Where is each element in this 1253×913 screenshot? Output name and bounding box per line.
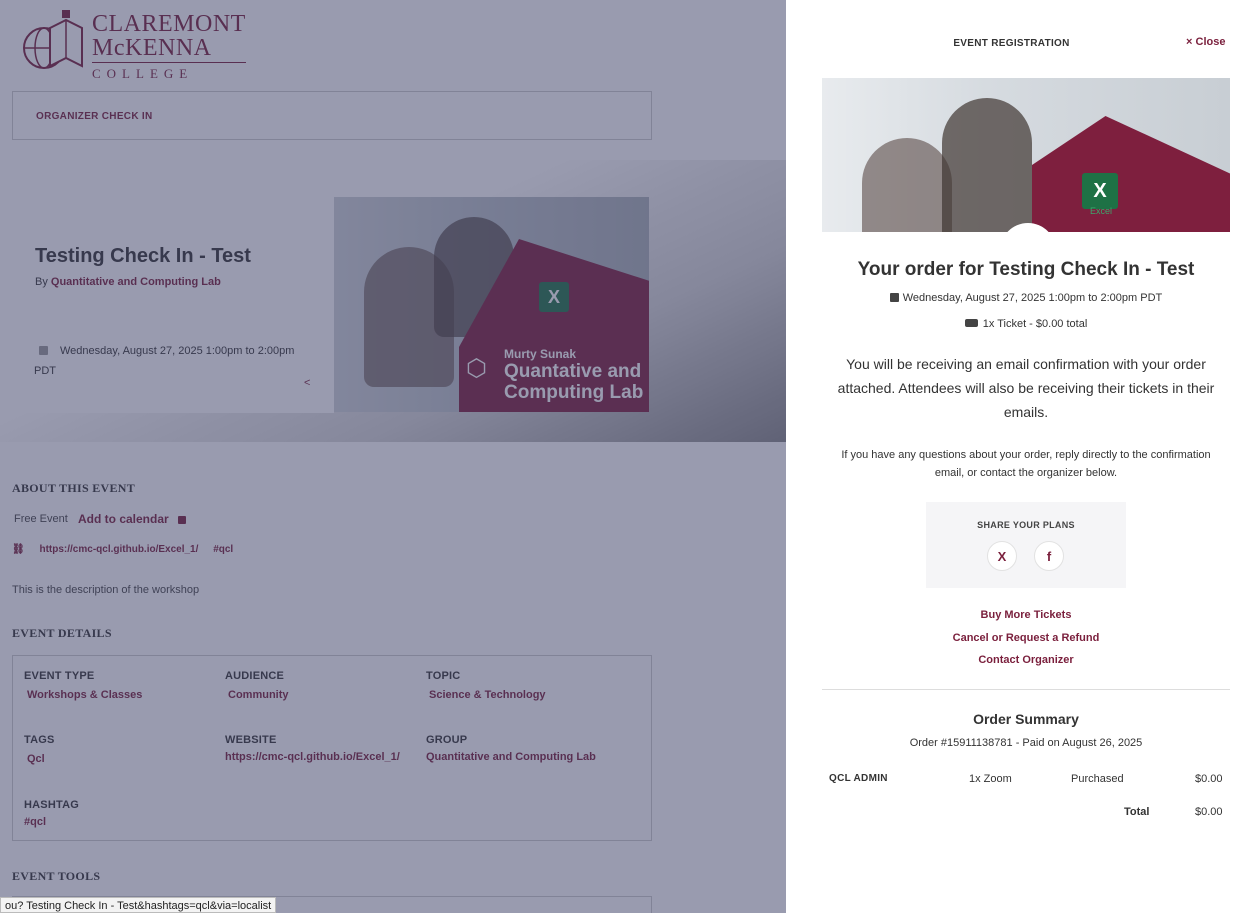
order-summary-title: Order Summary: [973, 711, 1079, 727]
event-hashtag-link[interactable]: #qcl: [213, 544, 233, 555]
detail-value-link[interactable]: #qcl: [24, 816, 79, 828]
share-facebook-button[interactable]: f: [1034, 541, 1064, 571]
close-button[interactable]: × Close: [1186, 36, 1225, 48]
contact-organizer-link[interactable]: Contact Organizer: [822, 654, 1230, 666]
excel-icon: X: [539, 282, 569, 312]
event-url-link[interactable]: https://cmc-qcl.github.io/Excel_1/: [39, 544, 198, 555]
detail-label: TAGS: [24, 734, 55, 746]
event-description: This is the description of the workshop: [12, 584, 200, 596]
x-icon: X: [997, 549, 1007, 564]
order-number-line: Order #15911138781 - Paid on August 26, …: [909, 737, 1143, 749]
banner-title-line-1: Quantative and: [504, 361, 642, 382]
photo-person-2: [942, 98, 1032, 232]
organizer-check-in-link[interactable]: ORGANIZER CHECK IN: [36, 111, 153, 122]
banner-title-line-2: Computing Lab: [504, 382, 644, 403]
detail-label: TOPIC: [426, 670, 461, 682]
registration-drawer: EVENT REGISTRATION × Close X Excel Your …: [786, 0, 1253, 913]
share-plans-title: SHARE YOUR PLANS: [977, 520, 1075, 530]
calendar-icon: [178, 516, 187, 524]
total-value: $0.00: [1195, 806, 1223, 818]
order-ticket-summary: 1x Ticket - $0.00 total: [822, 318, 1230, 330]
questions-message: If you have any questions about your ord…: [841, 449, 1211, 479]
excel-icon: X: [1082, 173, 1118, 209]
attendee-name: QCL ADMIN: [829, 773, 888, 784]
cubes-icon: ⬡: [466, 355, 487, 382]
detail-audience: AUDIENCE Community: [225, 670, 289, 701]
by-prefix: By: [35, 276, 48, 288]
detail-event-type: EVENT TYPE Workshops & Classes: [24, 670, 142, 701]
divider: [822, 689, 1230, 690]
banner-subtitle: Murty Sunak: [504, 347, 577, 361]
about-heading: ABOUT THIS EVENT: [12, 481, 136, 495]
facebook-icon: f: [1046, 549, 1052, 564]
detail-value-link[interactable]: Qcl: [24, 753, 55, 765]
excel-label: Excel: [1090, 206, 1113, 216]
detail-website: WEBSITE https://cmc-qcl.github.io/Excel_…: [225, 734, 400, 763]
detail-value-link[interactable]: https://cmc-qcl.github.io/Excel_1/: [225, 751, 400, 763]
free-event-label: Free Event: [14, 513, 68, 525]
share-icon[interactable]: <: [304, 377, 310, 389]
order-date-text: Wednesday, August 27, 2025 1:00pm to 2:0…: [902, 292, 1163, 304]
ticket-status: Purchased: [1071, 773, 1124, 785]
detail-label: AUDIENCE: [225, 670, 285, 682]
event-title: Testing Check In - Test: [35, 245, 251, 267]
share-x-button[interactable]: X: [987, 541, 1017, 571]
detail-group: GROUP Quantitative and Computing Lab: [426, 734, 596, 763]
ticket-icon: [964, 319, 978, 327]
logo-emblem-icon: [23, 10, 83, 69]
event-organizer-line: By Quantitative and Computing Lab: [35, 276, 221, 288]
logo-line-3: COLLEGE: [92, 66, 194, 81]
logo-line-2: McKENNA: [92, 36, 246, 63]
order-title: Your order for Testing Check In - Test: [857, 259, 1195, 280]
close-icon: ×: [1186, 36, 1193, 48]
buy-more-tickets-link[interactable]: Buy More Tickets: [822, 609, 1230, 621]
event-date: Wednesday, August 27, 2025 1:00pm to 2:0…: [34, 341, 314, 381]
organizer-check-in-bar: ORGANIZER CHECK IN: [12, 91, 652, 140]
calendar-icon: [39, 346, 48, 355]
close-label: Close: [1195, 36, 1226, 48]
logo-wordmark: CLAREMONT McKENNA COLLEGE: [92, 12, 246, 80]
link-icon: ⛓: [12, 544, 25, 555]
event-links: ⛓ https://cmc-qcl.github.io/Excel_1/ #qc…: [12, 544, 245, 555]
calendar-icon: [889, 293, 899, 302]
detail-value-link[interactable]: Community: [225, 689, 289, 701]
event-card: Testing Check In - Test By Quantitative …: [12, 197, 334, 413]
drawer-title: EVENT REGISTRATION: [953, 38, 1070, 49]
banner-title: Quantative and Computing Lab: [504, 361, 643, 403]
detail-label: WEBSITE: [225, 734, 277, 746]
add-to-calendar-button[interactable]: Add to calendar: [78, 512, 190, 526]
banner-maroon-shape: [1032, 116, 1230, 232]
organizer-link[interactable]: Quantitative and Computing Lab: [51, 276, 221, 288]
event-banner-image: X ⬡ Murty Sunak Quantative and Computing…: [334, 197, 649, 412]
total-label: Total: [1124, 806, 1150, 818]
detail-hashtag: HASHTAG #qcl: [24, 799, 79, 828]
status-bar-url: ou? Testing Check In - Test&hashtags=qcl…: [0, 897, 277, 913]
event-date-text: Wednesday, August 27, 2025 1:00pm to 2:0…: [34, 345, 295, 377]
detail-value-link[interactable]: Workshops & Classes: [24, 689, 142, 701]
ticket-type: 1x Zoom: [969, 773, 1012, 785]
detail-label: EVENT TYPE: [24, 670, 95, 682]
detail-label: GROUP: [426, 734, 468, 746]
photo-person-1: [862, 138, 952, 232]
detail-label: HASHTAG: [24, 799, 79, 811]
detail-value-link[interactable]: Science & Technology: [426, 689, 546, 701]
order-date: Wednesday, August 27, 2025 1:00pm to 2:0…: [822, 292, 1230, 304]
ticket-price: $0.00: [1195, 773, 1223, 785]
detail-topic: TOPIC Science & Technology: [426, 670, 546, 701]
ticket-summary-text: 1x Ticket - $0.00 total: [982, 318, 1088, 330]
logo-line-1: CLAREMONT: [92, 11, 246, 37]
share-plans-box: SHARE YOUR PLANS X f: [926, 502, 1126, 588]
details-heading: EVENT DETAILS: [12, 626, 112, 640]
tools-heading: EVENT TOOLS: [12, 869, 101, 883]
college-logo[interactable]: CLAREMONT McKENNA COLLEGE: [22, 10, 246, 80]
detail-value-link[interactable]: Quantitative and Computing Lab: [426, 751, 596, 763]
confirmation-message: You will be receiving an email confirmat…: [837, 356, 1215, 420]
cancel-refund-link[interactable]: Cancel or Request a Refund: [822, 632, 1230, 644]
detail-tags: TAGS Qcl: [24, 734, 55, 765]
event-details-box: EVENT TYPE Workshops & Classes AUDIENCE …: [12, 655, 652, 841]
background-page: CLAREMONT McKENNA COLLEGE ORGANIZER CHEC…: [0, 0, 786, 913]
add-to-calendar-label: Add to calendar: [78, 512, 169, 526]
order-banner-image: X Excel: [822, 78, 1230, 232]
